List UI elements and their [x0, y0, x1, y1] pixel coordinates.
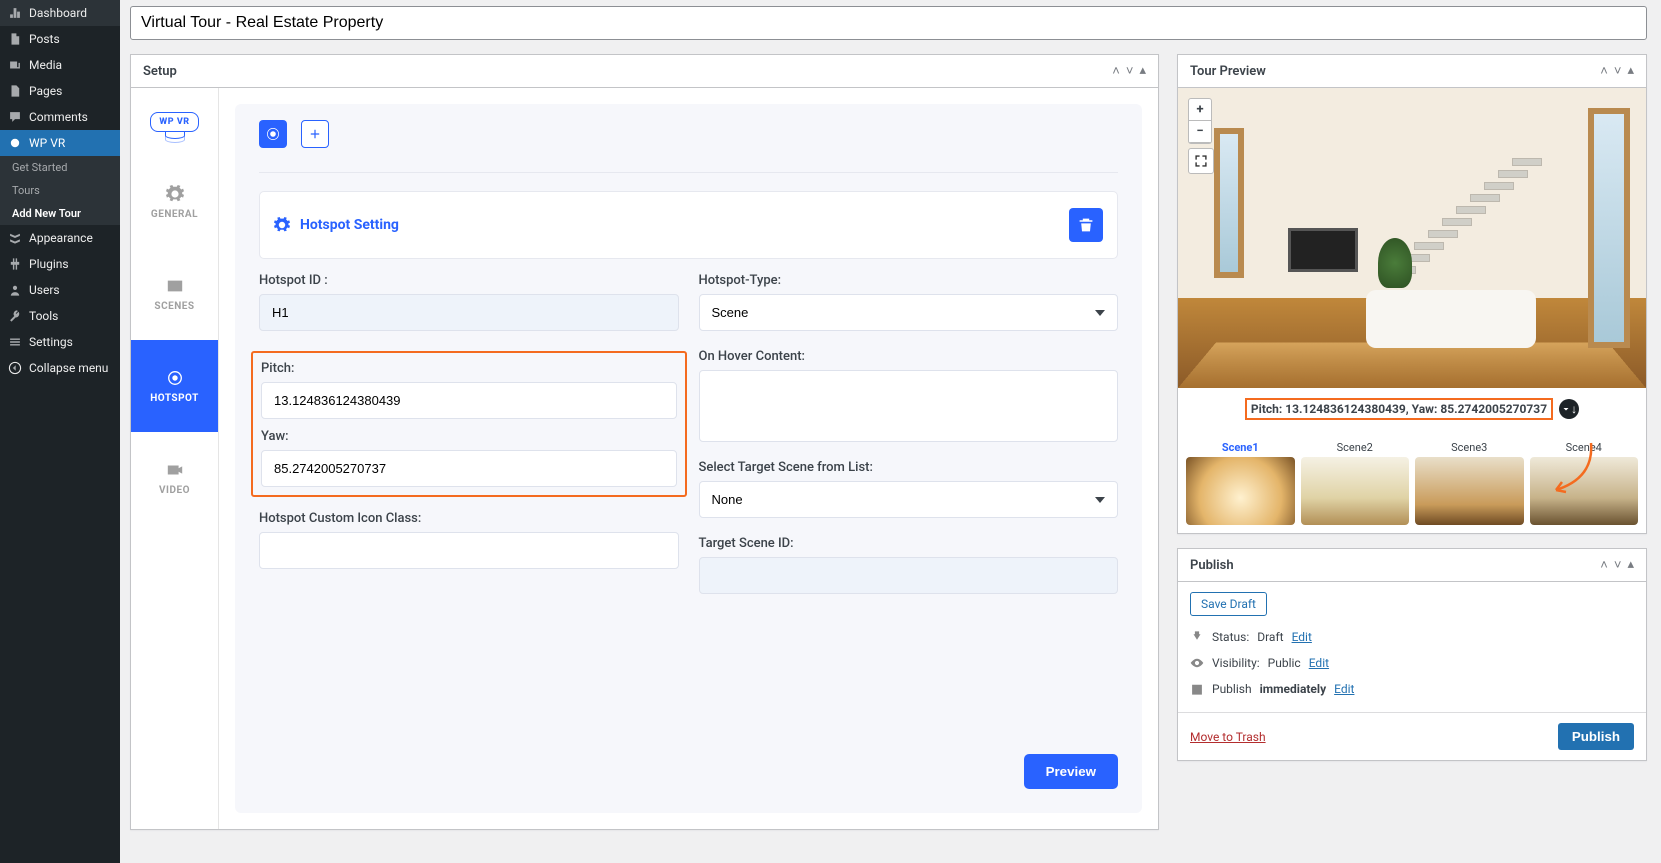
tab-video[interactable]: VIDEO	[131, 432, 218, 524]
fullscreen-button[interactable]	[1188, 148, 1214, 174]
panel-down-icon[interactable]: ˅	[1126, 63, 1134, 79]
tab-hotspot[interactable]: HOTSPOT	[131, 340, 218, 432]
submenu-tours[interactable]: Tours	[0, 179, 120, 202]
hotspot-type-label: Hotspot-Type:	[699, 273, 1119, 288]
preview-button[interactable]: Preview	[1024, 754, 1118, 789]
hotspot-id-label: Hotspot ID :	[259, 273, 679, 288]
panorama-viewport[interactable]: + − Add This Position into active Hotspo…	[1178, 88, 1646, 388]
edit-schedule-link[interactable]: Edit	[1334, 682, 1354, 696]
zoom-out-button[interactable]: −	[1189, 121, 1211, 143]
hotspot-id-input	[259, 294, 679, 331]
tour-preview-heading: Tour Preview	[1190, 64, 1266, 79]
publish-panel: Publish ˄ ˅ ▴ Save Draft Status: Draft Edi…	[1177, 548, 1647, 761]
status-row: Status: Draft Edit	[1190, 624, 1634, 650]
hover-content-label: On Hover Content:	[699, 349, 1119, 364]
submenu-get-started[interactable]: Get Started	[0, 156, 120, 179]
panel-toggle-icon[interactable]: ▴	[1627, 63, 1634, 79]
panel-toggle-icon[interactable]: ▴	[1139, 63, 1146, 79]
menu-settings[interactable]: Settings	[0, 329, 120, 355]
target-scene-select[interactable]: None	[699, 481, 1119, 518]
panel-up-icon[interactable]: ˄	[1600, 557, 1608, 573]
panel-up-icon[interactable]: ˄	[1112, 63, 1120, 79]
zoom-in-button[interactable]: +	[1189, 99, 1211, 121]
save-draft-button[interactable]: Save Draft	[1190, 592, 1267, 616]
panel-up-icon[interactable]: ˄	[1600, 63, 1608, 79]
yaw-label: Yaw:	[261, 429, 289, 444]
hover-content-textarea[interactable]	[699, 370, 1119, 442]
move-to-trash-link[interactable]: Move to Trash	[1190, 730, 1266, 744]
pitch-input[interactable]	[261, 382, 677, 419]
admin-sidebar: Dashboard Posts Media Pages Comments WP …	[0, 0, 120, 863]
menu-comments[interactable]: Comments	[0, 104, 120, 130]
target-scene-id-input	[699, 557, 1119, 594]
scene-thumb-4[interactable]: Scene4	[1530, 438, 1639, 525]
collapse-menu[interactable]: Collapse menu	[0, 355, 120, 381]
vertical-tabs: WP VR GENERAL SCENES HOTSPOT VIDEO	[131, 88, 219, 829]
target-scene-list-label: Select Target Scene from List:	[699, 460, 1119, 475]
menu-pages[interactable]: Pages	[0, 78, 120, 104]
setup-heading: Setup	[143, 64, 177, 79]
panel-toggle-icon[interactable]: ▴	[1627, 557, 1634, 573]
target-scene-id-label: Target Scene ID:	[699, 536, 1119, 551]
pitch-yaw-readout: Pitch: 13.124836124380439, Yaw: 85.27420…	[1245, 398, 1553, 420]
yaw-input[interactable]	[261, 450, 677, 487]
tab-scenes[interactable]: SCENES	[131, 248, 218, 340]
scene-thumb-3[interactable]: Scene3	[1415, 438, 1524, 525]
hotspot-type-select[interactable]: Scene	[699, 294, 1119, 331]
apply-position-button[interactable]: ↓	[1559, 399, 1579, 419]
edit-status-link[interactable]: Edit	[1292, 630, 1312, 644]
scene-thumbnails: Scene1 Scene2 Scene3 Scene4	[1178, 430, 1646, 533]
hotspot-add-tab[interactable]	[301, 120, 329, 148]
publish-heading: Publish	[1190, 558, 1234, 573]
pitch-label: Pitch:	[261, 361, 294, 376]
hotspot-record-tab[interactable]	[259, 120, 287, 148]
panel-down-icon[interactable]: ˅	[1614, 63, 1622, 79]
menu-wpvr[interactable]: WP VR	[0, 130, 120, 156]
wpvr-logo: WP VR	[131, 88, 218, 156]
menu-dashboard[interactable]: Dashboard	[0, 0, 120, 26]
hotspot-setting-title: Hotspot Setting	[300, 217, 399, 233]
menu-media[interactable]: Media	[0, 52, 120, 78]
tour-title-input[interactable]	[130, 6, 1647, 40]
publish-button[interactable]: Publish	[1558, 723, 1634, 750]
custom-icon-input[interactable]	[259, 532, 679, 569]
menu-posts[interactable]: Posts	[0, 26, 120, 52]
tour-preview-panel: Tour Preview ˄ ˅ ▴	[1177, 54, 1647, 534]
menu-tools[interactable]: Tools	[0, 303, 120, 329]
setup-panel: Setup ˄ ˅ ▴ WP VR GENERAL SCENES HOTSPOT	[130, 54, 1159, 830]
menu-appearance[interactable]: Appearance	[0, 225, 120, 251]
scene-thumb-1[interactable]: Scene1	[1186, 438, 1295, 525]
delete-hotspot-button[interactable]	[1069, 208, 1103, 242]
scene-thumb-2[interactable]: Scene2	[1301, 438, 1410, 525]
visibility-row: Visibility: Public Edit	[1190, 650, 1634, 676]
custom-icon-label: Hotspot Custom Icon Class:	[259, 511, 679, 526]
menu-users[interactable]: Users	[0, 277, 120, 303]
submenu-add-new-tour[interactable]: Add New Tour	[0, 202, 120, 225]
tab-general[interactable]: GENERAL	[131, 156, 218, 248]
panel-down-icon[interactable]: ˅	[1614, 557, 1622, 573]
schedule-row: Publish immediately Edit	[1190, 676, 1634, 702]
edit-visibility-link[interactable]: Edit	[1309, 656, 1329, 670]
menu-plugins[interactable]: Plugins	[0, 251, 120, 277]
